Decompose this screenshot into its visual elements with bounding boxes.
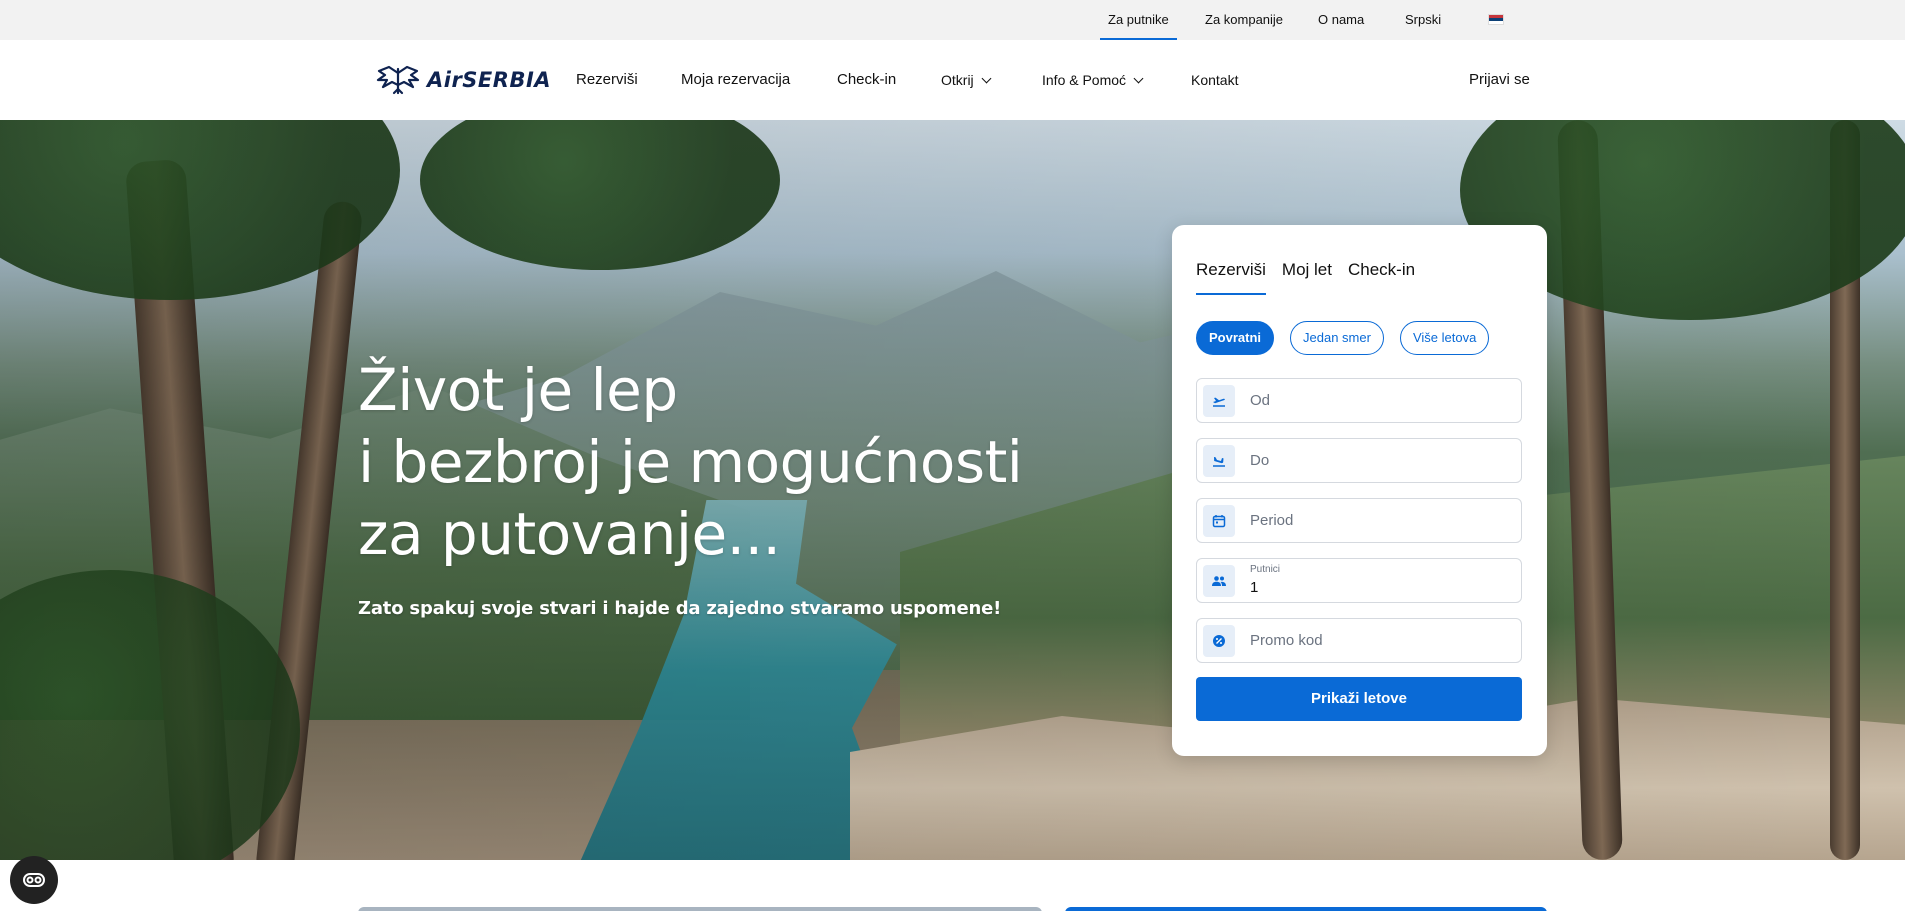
hero-subtitle: Zato spakuj svoje stvari i hajde da zaje… bbox=[358, 598, 1002, 619]
logo-text: AirSERBIA bbox=[427, 68, 552, 92]
destination-field[interactable]: Do bbox=[1196, 438, 1522, 483]
hero-title-line: Život je lep bbox=[358, 356, 678, 424]
tab-rezervisi[interactable]: Rezerviši bbox=[1196, 259, 1266, 295]
promo-card-top-edge bbox=[1065, 907, 1547, 911]
hero-banner: Život je lep i bezbroj je mogućnosti za … bbox=[0, 120, 1905, 860]
origin-placeholder: Od bbox=[1250, 392, 1271, 409]
booking-tabs: Rezerviši Moj let Check-in bbox=[1196, 259, 1415, 295]
chevron-down-icon bbox=[981, 73, 992, 84]
promo-badge-icon bbox=[1203, 625, 1235, 657]
nav-otkrij-label: Otkrij bbox=[941, 72, 974, 88]
trip-type-selector: Povratni Jedan smer Više letova bbox=[1196, 321, 1490, 355]
nav-rezervisi[interactable]: Rezerviši bbox=[576, 40, 638, 120]
period-field[interactable]: Period bbox=[1196, 498, 1522, 543]
accessibility-icon[interactable] bbox=[10, 856, 58, 904]
nav-otkrij-dropdown[interactable]: Otkrij bbox=[941, 40, 992, 120]
topbar-link-za-kompanije[interactable]: Za kompanije bbox=[1205, 0, 1283, 40]
trip-type-vise-letova[interactable]: Više letova bbox=[1399, 321, 1490, 355]
language-selector[interactable]: Srpski bbox=[1405, 0, 1441, 40]
login-link[interactable]: Prijavi se bbox=[1469, 40, 1530, 120]
nav-kontakt[interactable]: Kontakt bbox=[1191, 40, 1238, 120]
hero-title-line: za putovanje... bbox=[358, 500, 781, 568]
takeoff-icon bbox=[1203, 385, 1235, 417]
main-header: AirSERBIA Rezerviši Moja rezervacija Che… bbox=[0, 40, 1905, 120]
topbar-link-o-nama[interactable]: O nama bbox=[1318, 0, 1364, 40]
trip-type-jedan-smer[interactable]: Jedan smer bbox=[1290, 321, 1384, 355]
promo-code-placeholder: Promo kod bbox=[1250, 632, 1323, 649]
people-icon bbox=[1203, 565, 1235, 597]
passengers-value: 1 bbox=[1250, 579, 1259, 596]
hero-title-line: i bezbroj je mogućnosti bbox=[358, 428, 1023, 496]
airserbia-logo[interactable]: AirSERBIA bbox=[375, 62, 551, 98]
tab-check-in[interactable]: Check-in bbox=[1348, 259, 1415, 295]
utility-bar: Za putnike Za kompanije O nama Srpski bbox=[0, 0, 1905, 40]
booking-widget: Rezerviši Moj let Check-in Povratni Jeda… bbox=[1172, 225, 1547, 756]
promo-card-top-edge bbox=[358, 907, 1042, 911]
passengers-label: Putnici bbox=[1250, 564, 1281, 575]
origin-field[interactable]: Od bbox=[1196, 378, 1522, 423]
nav-info-pomoc-dropdown[interactable]: Info & Pomoć bbox=[1042, 40, 1144, 120]
eagle-logo-icon bbox=[376, 65, 420, 95]
passengers-field[interactable]: Putnici 1 bbox=[1196, 558, 1522, 603]
nav-moja-rezervacija[interactable]: Moja rezervacija bbox=[681, 40, 790, 120]
hero-title: Život je lep i bezbroj je mogućnosti za … bbox=[358, 354, 1078, 570]
content-section bbox=[0, 860, 1905, 911]
topbar-link-za-putnike[interactable]: Za putnike bbox=[1100, 0, 1177, 40]
chevron-down-icon bbox=[1133, 73, 1144, 84]
tab-moj-let[interactable]: Moj let bbox=[1282, 259, 1332, 295]
destination-placeholder: Do bbox=[1250, 452, 1270, 469]
period-placeholder: Period bbox=[1250, 512, 1294, 529]
trip-type-povratni[interactable]: Povratni bbox=[1196, 321, 1275, 355]
nav-check-in[interactable]: Check-in bbox=[837, 40, 896, 120]
show-flights-button[interactable]: Prikaži letove bbox=[1196, 677, 1522, 721]
nav-info-pomoc-label: Info & Pomoć bbox=[1042, 72, 1127, 88]
serbian-flag-icon[interactable] bbox=[1488, 14, 1504, 25]
calendar-icon bbox=[1203, 505, 1235, 537]
landing-icon bbox=[1203, 445, 1235, 477]
promo-code-field[interactable]: Promo kod bbox=[1196, 618, 1522, 663]
